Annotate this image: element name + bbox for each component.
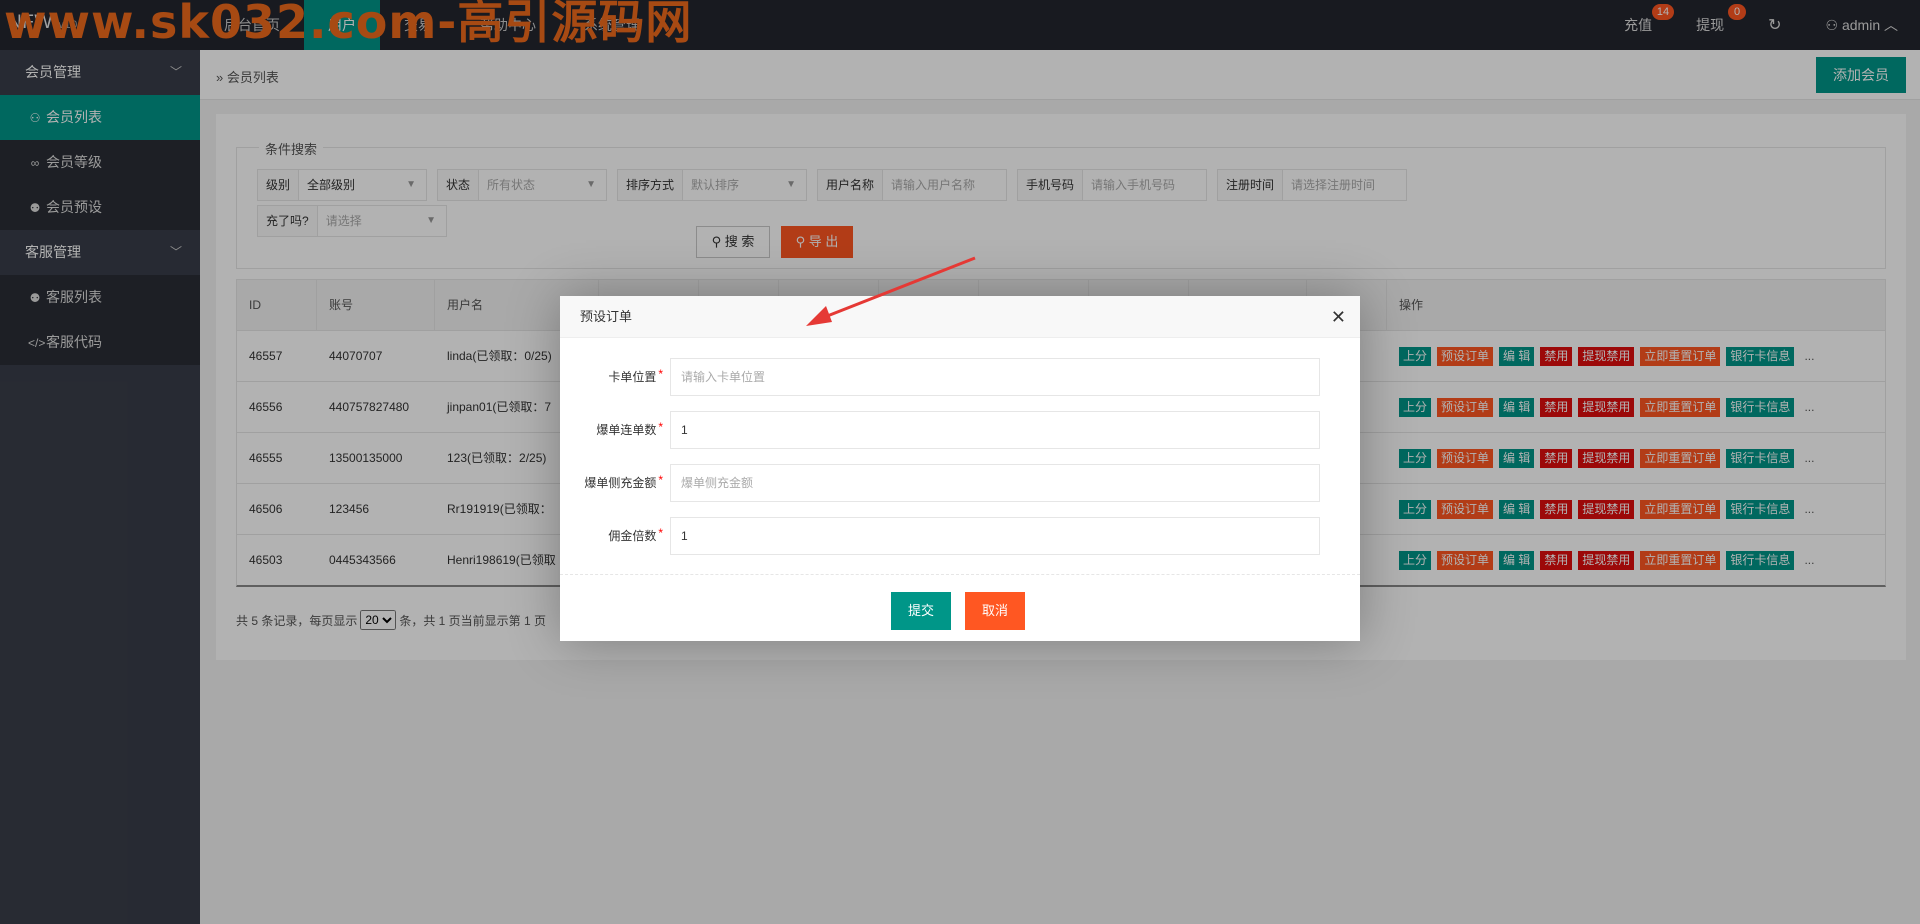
commission-multiple-input[interactable]: 1 [670, 517, 1320, 555]
form-row-burst-amount: 爆单侧充金额 * 爆单侧充金额 [560, 464, 1360, 502]
field-label: 佣金倍数 * [560, 517, 663, 555]
dialog-title: 预设订单 [580, 309, 633, 324]
burst-count-input[interactable]: 1 [670, 411, 1320, 449]
required-marker: * [658, 526, 663, 540]
form-row-burst-count: 爆单连单数 * 1 [560, 411, 1360, 449]
close-icon[interactable]: ✕ [1331, 296, 1346, 338]
field-label-text: 佣金倍数 [608, 529, 657, 543]
cancel-button[interactable]: 取消 [965, 592, 1026, 630]
dialog-header: 预设订单 ✕ [560, 296, 1360, 338]
stuck-position-input[interactable]: 请输入卡单位置 [670, 358, 1320, 396]
required-marker: * [658, 473, 663, 487]
submit-button[interactable]: 提交 [891, 592, 952, 630]
field-label: 爆单连单数 * [560, 411, 663, 449]
required-marker: * [658, 367, 663, 381]
required-marker: * [658, 420, 663, 434]
field-label-text: 卡单位置 [608, 370, 657, 384]
preset-order-dialog: 预设订单 ✕ 卡单位置 * 请输入卡单位置 爆单连单数 * 1 爆单侧充金额 * 爆单… [560, 296, 1360, 641]
dialog-footer: 提交 取消 [560, 574, 1360, 641]
field-label-text: 爆单连单数 [596, 423, 657, 437]
field-label: 卡单位置 * [560, 358, 663, 396]
burst-amount-input[interactable]: 爆单侧充金额 [670, 464, 1320, 502]
form-row-commission-multiple: 佣金倍数 * 1 [560, 517, 1360, 555]
field-label: 爆单侧充金额 * [560, 464, 663, 502]
form-row-stuck-position: 卡单位置 * 请输入卡单位置 [560, 358, 1360, 396]
field-label-text: 爆单侧充金额 [584, 476, 657, 490]
